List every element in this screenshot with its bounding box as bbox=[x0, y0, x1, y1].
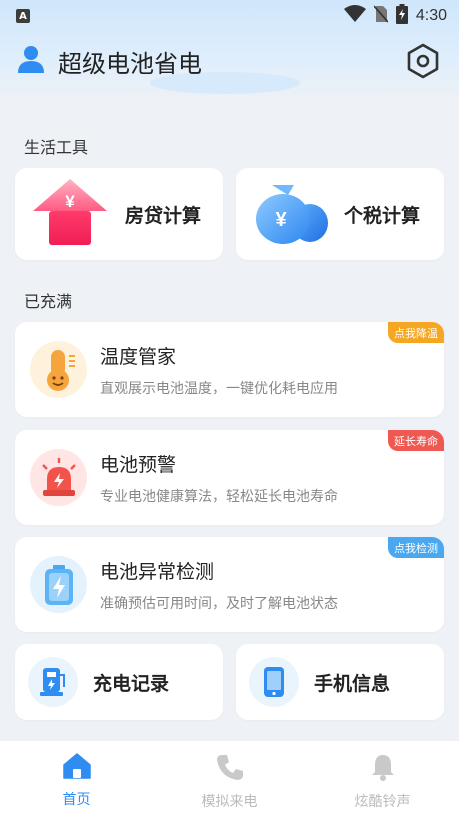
nav-label-ringtones: 炫酷铃声 bbox=[354, 794, 411, 810]
battery-bolt-icon bbox=[30, 556, 87, 613]
settings-icon[interactable] bbox=[403, 41, 443, 81]
feature-title: 电池预警 bbox=[100, 454, 177, 476]
battery-charging-icon bbox=[395, 4, 408, 28]
tax-calculator-card[interactable]: ¥ 个税计算 bbox=[236, 168, 444, 260]
feature-description: 准确预估可用时间，及时了解电池状态 bbox=[100, 596, 338, 612]
status-time: 4:30 bbox=[415, 7, 447, 24]
nav-label-home: 首页 bbox=[62, 792, 91, 808]
app-title: 超级电池省电 bbox=[58, 49, 202, 78]
charging-record-card[interactable]: 充电记录 bbox=[15, 644, 223, 720]
nav-label-fake-call: 模拟来电 bbox=[201, 794, 258, 810]
home-icon bbox=[62, 753, 91, 783]
mortgage-calculator-label: 房贷计算 bbox=[125, 204, 202, 227]
money-bag-yuan-icon: ¥ bbox=[250, 177, 330, 251]
bell-icon bbox=[369, 753, 397, 785]
status-bar: A 4:30 bbox=[0, 0, 459, 32]
nav-item-fake-call[interactable]: 模拟来电 bbox=[153, 741, 306, 816]
no-sim-icon bbox=[373, 5, 389, 27]
feature-description: 直观展示电池温度，一键优化耗电应用 bbox=[100, 381, 338, 397]
mortgage-calculator-card[interactable]: ¥ 房贷计算 bbox=[15, 168, 223, 260]
nav-item-home[interactable]: 首页 bbox=[0, 741, 153, 816]
phone-info-card[interactable]: 手机信息 bbox=[236, 644, 444, 720]
svg-text:¥: ¥ bbox=[65, 192, 75, 211]
wifi-icon bbox=[343, 5, 366, 27]
charging-record-label: 充电记录 bbox=[93, 672, 170, 695]
phone-icon bbox=[249, 657, 299, 707]
tax-calculator-label: 个税计算 bbox=[344, 204, 421, 227]
feature-title: 电池异常检测 bbox=[100, 561, 215, 583]
phone-call-icon bbox=[216, 753, 244, 785]
phone-info-label: 手机信息 bbox=[314, 672, 391, 695]
battery-warning-card[interactable]: 电池预警 专业电池健康算法，轻松延长电池寿命 延长寿命 bbox=[15, 430, 444, 525]
temperature-manager-card[interactable]: 温度管家 直观展示电池温度，一键优化耗电应用 点我降温 bbox=[15, 322, 444, 417]
feature-title: 温度管家 bbox=[100, 346, 177, 368]
section-title-charged: 已充满 bbox=[24, 292, 73, 311]
status-indicator: A bbox=[16, 9, 30, 23]
bottom-navigation: 首页 模拟来电 炫酷铃声 bbox=[0, 740, 459, 816]
user-icon[interactable] bbox=[16, 44, 46, 78]
app-header: 超级电池省电 bbox=[0, 38, 459, 84]
battery-anomaly-card[interactable]: 电池异常检测 准确预估可用时间，及时了解电池状态 点我检测 bbox=[15, 537, 444, 632]
thermometer-icon bbox=[30, 341, 87, 398]
extend-life-badge[interactable]: 延长寿命 bbox=[388, 430, 444, 451]
svg-text:¥: ¥ bbox=[275, 209, 287, 231]
cool-down-badge[interactable]: 点我降温 bbox=[388, 322, 444, 343]
feature-description: 专业电池健康算法，轻松延长电池寿命 bbox=[100, 489, 338, 505]
nav-item-ringtones[interactable]: 炫酷铃声 bbox=[306, 741, 459, 816]
section-title-tools: 生活工具 bbox=[24, 138, 89, 157]
house-yuan-icon: ¥ bbox=[31, 177, 109, 251]
alarm-light-icon bbox=[30, 449, 87, 506]
charging-station-icon bbox=[28, 657, 78, 707]
check-now-badge[interactable]: 点我检测 bbox=[388, 537, 444, 558]
